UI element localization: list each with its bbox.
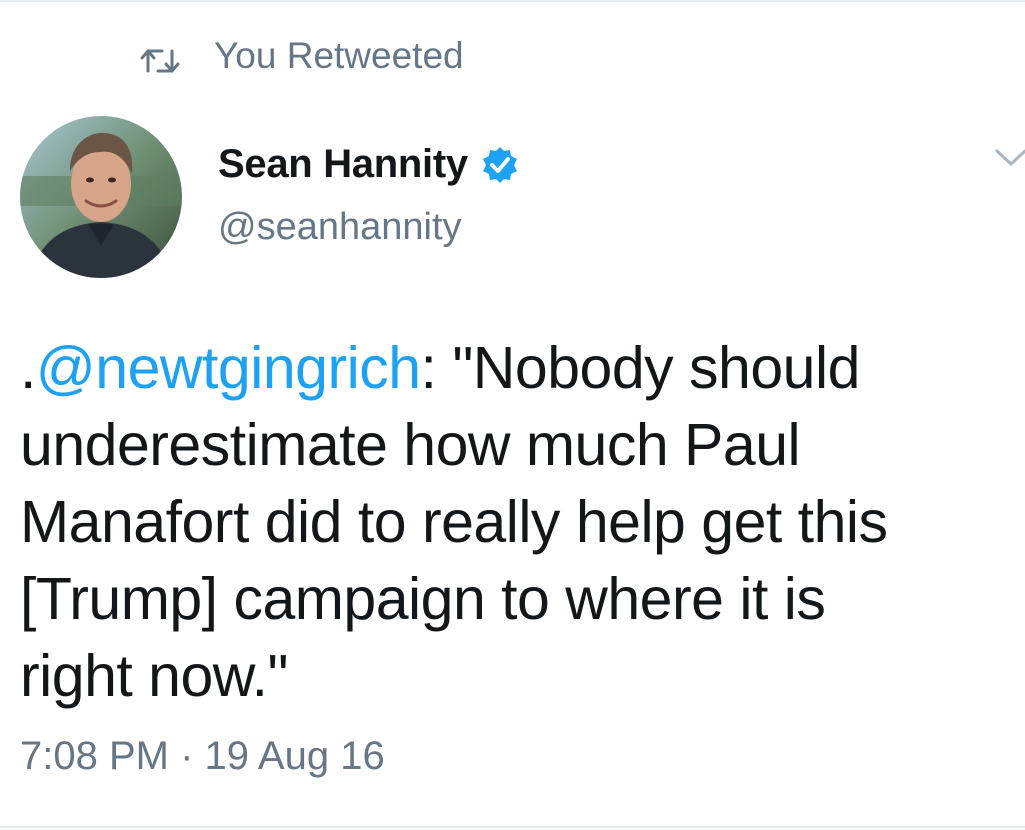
tweet-line-4: [Trump] campaign to where it is: [20, 566, 826, 632]
avatar[interactable]: [20, 116, 182, 278]
retweet-icon: [140, 42, 180, 73]
tweet-line-5: right now.": [20, 643, 288, 709]
author-handle[interactable]: @seanhannity: [218, 206, 462, 249]
chevron-down-icon[interactable]: [994, 145, 1025, 171]
mention-link[interactable]: @newtgingrich: [36, 335, 421, 401]
tweet-text: .@newtgingrich: "Nobody should underestim…: [20, 330, 1020, 715]
verified-badge-icon: [480, 145, 520, 185]
author-display-name[interactable]: Sean Hannity: [218, 142, 468, 187]
top-divider: [0, 0, 1025, 2]
tweet-line-1: : "Nobody should: [420, 335, 861, 401]
tweet-line-2: underestimate how much Paul: [20, 412, 801, 478]
retweet-context-label: You Retweeted: [214, 35, 464, 76]
tweet-timestamp[interactable]: 7:08 PM · 19 Aug 16: [20, 734, 385, 779]
tweet-line-3: Manafort did to really help get this: [20, 489, 888, 555]
author-name-row[interactable]: Sean Hannity: [218, 142, 520, 187]
retweet-context: You Retweeted: [140, 33, 464, 79]
tweet-prefix: .: [20, 335, 36, 401]
bottom-divider: [0, 826, 1025, 828]
